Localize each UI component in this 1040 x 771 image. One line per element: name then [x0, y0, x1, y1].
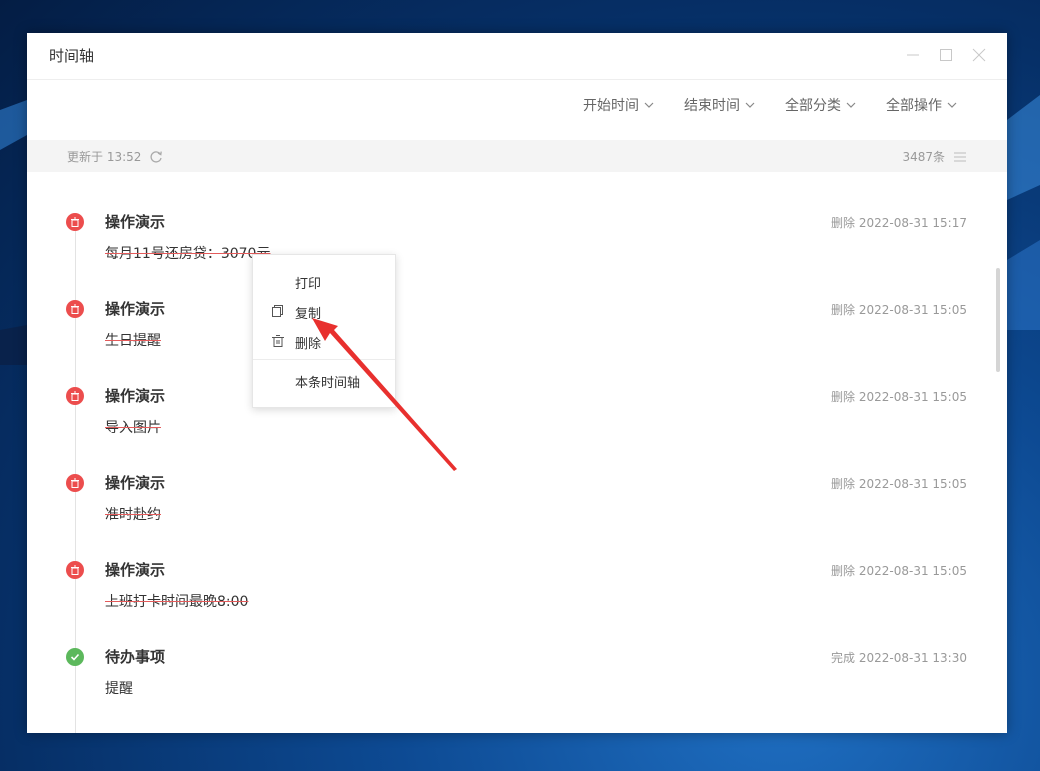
item-title: 操作演示	[105, 300, 166, 318]
item-title: 操作演示	[105, 387, 166, 405]
minimize-icon	[907, 54, 919, 56]
filter-category[interactable]: 全部分类	[785, 95, 856, 115]
timeline-item[interactable]: 操作演示 准时赴约 删除 2022-08-31 15:05	[27, 434, 1007, 523]
filter-operation[interactable]: 全部操作	[886, 95, 957, 115]
item-meta: 删除 2022-08-31 15:05	[831, 390, 967, 404]
timeline-item[interactable]: 操作演示 上班打卡时间最晚8:00 删除 2022-08-31 15:05	[27, 521, 1007, 610]
item-text: 提醒	[105, 681, 133, 697]
trash-icon	[66, 213, 84, 231]
menu-item-delete[interactable]: 删除	[253, 327, 395, 355]
menu-item-label: 复制	[295, 307, 322, 322]
chevron-down-icon	[644, 102, 654, 108]
updated-info: 更新于 13:52	[67, 148, 163, 165]
filter-label: 全部操作	[886, 98, 942, 114]
filter-label: 结束时间	[684, 98, 740, 114]
timeline-item[interactable]: 操作演示 导入图片 删除 2022-08-31 15:05	[27, 347, 1007, 436]
item-title: 待办事项	[105, 648, 166, 666]
title-bar: 时间轴	[27, 33, 1007, 80]
chevron-down-icon	[745, 102, 755, 108]
filter-bar: 开始时间 结束时间 全部分类 全部操作	[583, 95, 957, 115]
trash-icon	[66, 387, 84, 405]
menu-item-label: 删除	[295, 337, 322, 352]
trash-icon	[66, 300, 84, 318]
window-title: 时间轴	[49, 47, 95, 65]
menu-separator	[253, 359, 395, 360]
list-menu-icon[interactable]	[953, 150, 967, 164]
trash-icon	[66, 474, 84, 492]
menu-item-print[interactable]: 打印	[253, 267, 395, 295]
updated-text: 更新于 13:52	[67, 150, 142, 164]
menu-item-label: 本条时间轴	[295, 376, 361, 391]
timeline-item[interactable]: 操作演示 每月11号还房贷：3070元 删除 2022-08-31 15:17	[27, 173, 1007, 262]
close-icon	[972, 48, 986, 62]
item-meta: 删除 2022-08-31 15:05	[831, 564, 967, 578]
refresh-icon[interactable]	[149, 150, 163, 164]
filter-label: 开始时间	[583, 98, 639, 114]
timeline-list: 操作演示 每月11号还房贷：3070元 删除 2022-08-31 15:17 …	[27, 173, 1007, 733]
trash-icon	[272, 335, 284, 347]
trash-icon	[66, 561, 84, 579]
filter-label: 全部分类	[785, 98, 841, 114]
chevron-down-icon	[846, 102, 856, 108]
check-icon	[66, 648, 84, 666]
item-meta: 删除 2022-08-31 15:05	[831, 477, 967, 491]
chevron-down-icon	[947, 102, 957, 108]
item-meta: 完成 2022-08-31 13:30	[831, 651, 967, 665]
scrollbar-thumb[interactable]	[996, 268, 1000, 372]
context-menu: 打印 复制 删除 本条时间轴	[252, 254, 396, 408]
maximize-icon	[940, 49, 952, 61]
item-title: 操作演示	[105, 213, 166, 231]
copy-icon	[272, 305, 283, 317]
item-meta: 删除 2022-08-31 15:05	[831, 303, 967, 317]
item-title: 操作演示	[105, 561, 166, 579]
filter-start-time[interactable]: 开始时间	[583, 95, 654, 115]
item-meta: 删除 2022-08-31 15:17	[831, 216, 967, 230]
timeline-window: 时间轴 开始时间 结束时间 全部分类 全部操作 更新于 13:52 3487条 …	[27, 33, 1007, 733]
item-title: 操作演示	[105, 474, 166, 492]
timeline-item[interactable]: 操作演示 生日提醒 删除 2022-08-31 15:05	[27, 260, 1007, 349]
maximize-button[interactable]	[936, 45, 956, 65]
menu-item-item-timeline[interactable]: 本条时间轴	[253, 366, 395, 394]
timeline-item[interactable]: 待办事项 提醒 完成 2022-08-31 13:30	[27, 608, 1007, 697]
status-bar: 更新于 13:52 3487条	[27, 140, 1007, 172]
menu-item-copy[interactable]: 复制	[253, 297, 395, 325]
menu-item-label: 打印	[295, 277, 322, 292]
filter-end-time[interactable]: 结束时间	[684, 95, 755, 115]
count-text: 3487条	[902, 150, 945, 164]
minimize-button[interactable]	[903, 45, 923, 65]
record-count: 3487条	[902, 148, 967, 165]
close-button[interactable]	[969, 45, 989, 65]
